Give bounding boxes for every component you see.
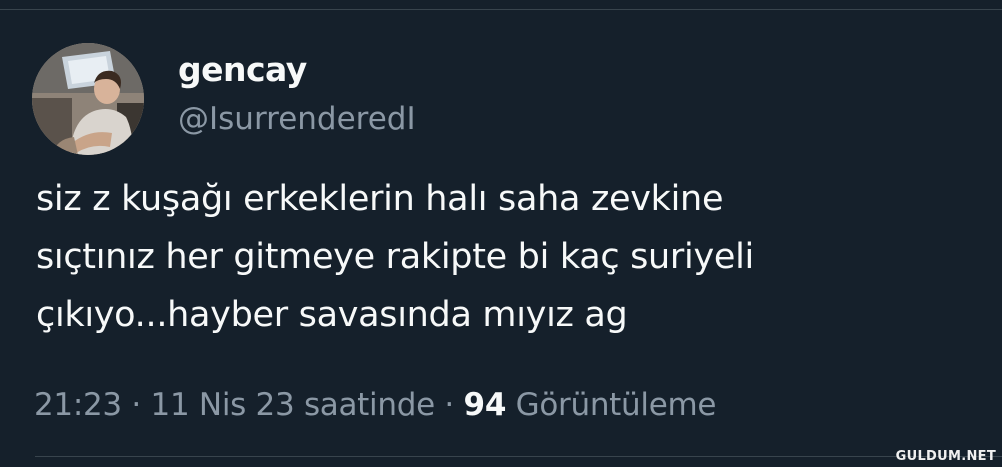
tweet-text-line: sıçtınız her gitmeye rakipte bi kaç suri… bbox=[36, 237, 754, 277]
tweet-date[interactable]: 11 Nis 23 saatinde bbox=[151, 387, 436, 423]
tweet-text-line: çıkıyo...hayber savasında mıyız ag bbox=[36, 295, 628, 335]
top-divider bbox=[0, 9, 1002, 10]
meta-separator: · bbox=[131, 387, 141, 423]
avatar[interactable] bbox=[32, 43, 144, 155]
author-display-name[interactable]: gencay bbox=[178, 48, 307, 92]
view-label: Görüntüleme bbox=[515, 387, 717, 423]
bottom-divider bbox=[35, 456, 1002, 457]
avatar-photo-icon bbox=[32, 43, 144, 155]
view-count: 94 bbox=[463, 387, 507, 423]
tweet-text-line: siz z kuşağı erkeklerin halı saha zevkin… bbox=[36, 179, 724, 219]
watermark: GULDUM.NET bbox=[895, 449, 996, 464]
tweet-time[interactable]: 21:23 bbox=[34, 387, 122, 423]
meta-separator: · bbox=[444, 387, 454, 423]
author-handle[interactable]: @IsurrenderedI bbox=[178, 98, 416, 140]
tweet-meta: 21:23 · 11 Nis 23 saatinde · 94 Görüntül… bbox=[34, 384, 716, 426]
tweet-text: siz z kuşağı erkeklerin halı saha zevkin… bbox=[36, 170, 986, 344]
